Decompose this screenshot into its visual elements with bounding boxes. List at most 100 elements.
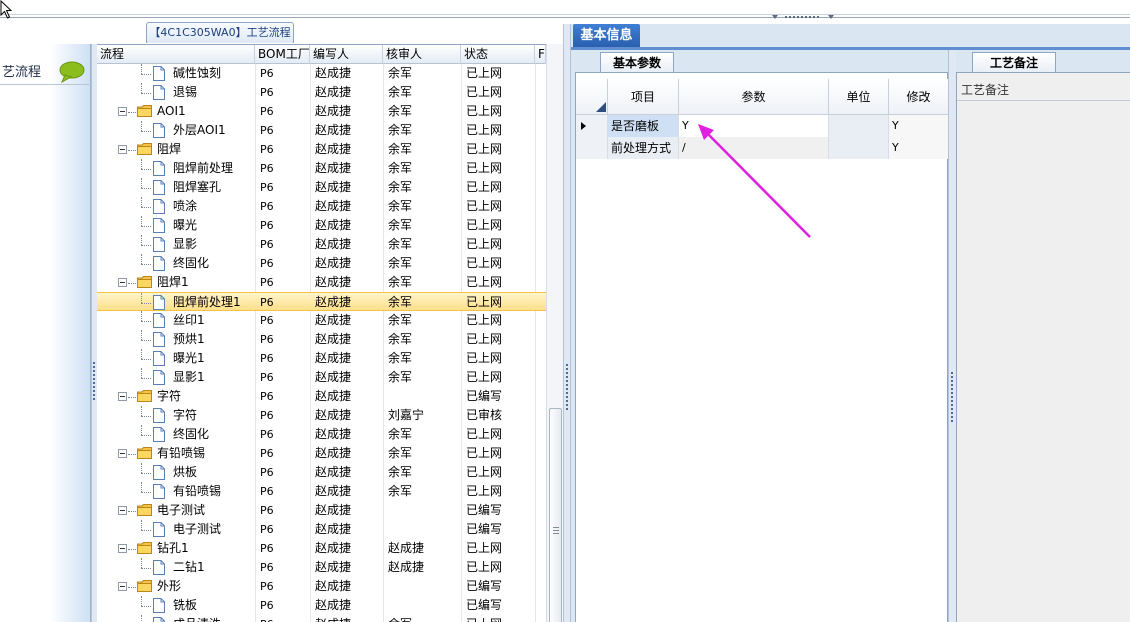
table-row[interactable]: 阻焊1 P6 赵成捷 余军 已上网 [97,273,546,292]
header-col-flow[interactable]: 流程 [97,45,255,64]
table-row[interactable]: 二钻1 P6 赵成捷 赵成捷 已上网 [97,558,546,577]
header-modify[interactable]: 修改 [889,79,949,115]
tab-basic-info[interactable]: 基本信息 [573,24,640,47]
collapse-toggle-icon[interactable] [118,278,127,287]
table-row[interactable]: AOI1 P6 赵成捷 余军 已上网 [97,102,546,121]
param-item-cell: 是否磨板 [608,115,679,137]
writer-cell: 赵成捷 [315,218,352,232]
tree-connector [141,406,142,416]
table-row[interactable]: 电子测试 P6 赵成捷 已编写 [97,520,546,539]
row-indicator[interactable] [576,115,608,137]
reviewer-cell: 赵成捷 [388,560,425,574]
tree-connector [141,473,151,474]
chat-bubble-icon[interactable] [59,61,85,83]
reviewer-cell: 余军 [388,295,413,309]
writer-cell: 赵成捷 [315,256,352,270]
tree-connector [128,112,136,113]
table-row[interactable]: 字符 P6 赵成捷 已编写 [97,387,546,406]
header-unit[interactable]: 单位 [829,79,889,115]
collapse-toggle-icon[interactable] [118,506,127,515]
bom-factory-cell: P6 [260,390,274,403]
writer-cell: 赵成捷 [315,180,352,194]
collapse-toggle-icon[interactable] [118,392,127,401]
table-row[interactable]: 外层AOI1 P6 赵成捷 余军 已上网 [97,121,546,140]
table-row[interactable]: 烘板 P6 赵成捷 余军 已上网 [97,463,546,482]
table-row[interactable]: 曝光1 P6 赵成捷 余军 已上网 [97,349,546,368]
table-row[interactable]: 终固化 P6 赵成捷 余军 已上网 [97,425,546,444]
table-row[interactable]: 阻焊前处理1 P6 赵成捷 余军 已上网 [97,292,546,311]
table-row[interactable]: 阻焊前处理 P6 赵成捷 余军 已上网 [97,159,546,178]
table-row[interactable]: 阻焊塞孔 P6 赵成捷 余军 已上网 [97,178,546,197]
writer-cell: 赵成捷 [315,446,352,460]
collapse-toggle-icon[interactable] [118,107,127,116]
table-row[interactable]: 有铅喷锡 P6 赵成捷 余军 已上网 [97,444,546,463]
tab-basic-params[interactable]: 基本参数 [600,52,674,73]
header-col-reviewer[interactable]: 核审人 [383,45,461,64]
tree-connector [128,397,136,398]
param-unit-cell[interactable] [829,115,889,137]
collapse-toggle-icon[interactable] [118,145,127,154]
param-unit-cell[interactable] [829,137,889,159]
param-modify-cell[interactable]: Y [889,137,949,159]
table-row[interactable]: 碱性蚀刻 P6 赵成捷 余军 已上网 [97,64,546,83]
tree-connector [128,150,136,151]
param-modify-cell[interactable]: Y [889,115,949,137]
reviewer-cell: 余军 [388,332,413,346]
bom-factory-cell: P6 [260,181,274,194]
header-item[interactable]: 项目 [608,79,679,115]
tree-connector [141,226,151,227]
tab-process-notes[interactable]: 工艺备注 [972,52,1056,73]
reviewer-cell: 余军 [388,256,413,270]
middle-splitter[interactable] [563,24,571,622]
scrollbar-thumb[interactable] [549,408,562,622]
header-col-bom[interactable]: BOM工厂 [255,45,310,64]
tree-connector [141,264,151,265]
writer-cell: 赵成捷 [315,104,352,118]
status-cell: 已编写 [466,598,503,612]
status-cell: 已上网 [466,199,503,213]
status-cell: 已编写 [466,579,503,593]
table-row[interactable]: 终固化 P6 赵成捷 余军 已上网 [97,254,546,273]
right-splitter[interactable] [948,50,956,622]
table-row[interactable]: 有铅喷锡 P6 赵成捷 余军 已上网 [97,482,546,501]
step-name: 显影 [173,237,198,251]
row-indicator[interactable] [576,137,608,159]
tree-vertical-scrollbar[interactable] [546,44,563,622]
table-row[interactable]: 显影1 P6 赵成捷 余军 已上网 [97,368,546,387]
header-param[interactable]: 参数 [679,79,829,115]
left-panel-title[interactable]: 艺流程 [2,61,41,80]
table-row[interactable]: 显影 P6 赵成捷 余军 已上网 [97,235,546,254]
collapse-toggle-icon[interactable] [118,449,127,458]
table-row[interactable]: 字符 P6 赵成捷 刘嘉宁 已审核 [97,406,546,425]
collapse-toggle-icon[interactable] [118,582,127,591]
table-row[interactable]: 预烘1 P6 赵成捷 余军 已上网 [97,330,546,349]
table-row[interactable]: 成品清洗P6 赵成捷余军已上网 [97,615,546,622]
select-all-triangle-icon[interactable] [576,79,608,115]
header-col-writer[interactable]: 编写人 [310,45,383,64]
table-row[interactable]: 退锡 P6 赵成捷 余军 已上网 [97,83,546,102]
top-splitter-grip[interactable] [772,15,834,21]
table-row[interactable]: 曝光 P6 赵成捷 余军 已上网 [97,216,546,235]
table-row[interactable]: 铣板 P6 赵成捷 已编写 [97,596,546,615]
status-cell: 已审核 [466,408,503,422]
tree-connector [141,330,142,340]
tree-connector [141,74,151,75]
document-icon [153,427,165,442]
params-header: 项目 参数 单位 修改 [576,79,949,115]
table-row[interactable]: 阻焊 P6 赵成捷 余军 已上网 [97,140,546,159]
top-toolbar-strip [0,0,1130,24]
header-col-status[interactable]: 状态 [461,45,535,64]
tree-connector [141,93,151,94]
table-row[interactable]: 丝印1 P6 赵成捷 余军 已上网 [97,311,546,330]
collapse-toggle-icon[interactable] [118,544,127,553]
table-row[interactable]: 电子测试 P6 赵成捷 已编写 [97,501,546,520]
table-row[interactable]: 喷涂 P6 赵成捷 余军 已上网 [97,197,546,216]
table-row[interactable]: 钻孔1 P6 赵成捷 赵成捷 已上网 [97,539,546,558]
tree-connector [141,606,151,607]
table-row[interactable]: 外形 P6 赵成捷 已编写 [97,577,546,596]
tree-connector [141,131,151,132]
reviewer-cell: 余军 [388,427,413,441]
tab-process-flow[interactable]: 【4C1C305WA0】工艺流程 [146,22,294,43]
header-col-extra[interactable]: F [535,45,546,64]
tree-connector [141,359,151,360]
